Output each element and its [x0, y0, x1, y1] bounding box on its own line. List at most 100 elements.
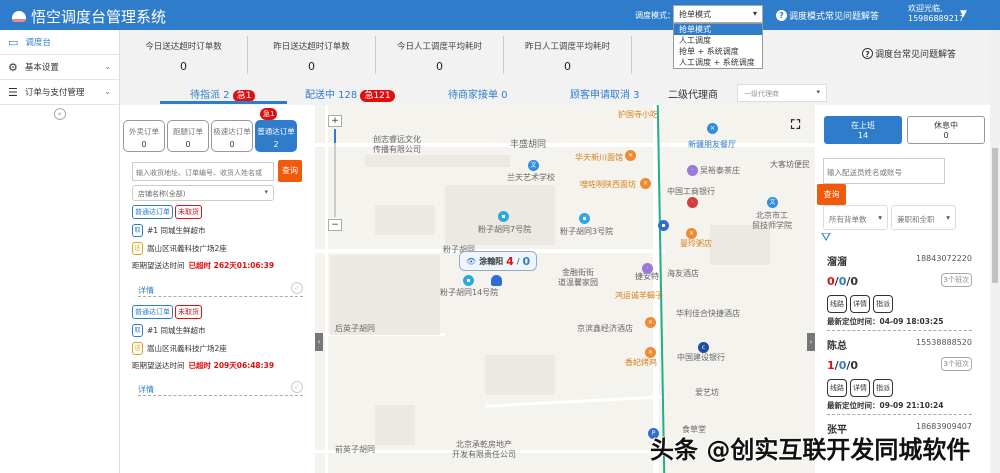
order-count-filter[interactable]: 所有背单数	[823, 205, 888, 230]
tab-pending[interactable]: 待指派 2 急1	[190, 86, 256, 102]
zoom-in-button[interactable]: +	[328, 115, 342, 127]
details-button[interactable]: 详情	[850, 379, 870, 397]
route-button[interactable]: 线路	[827, 295, 847, 313]
tab-count: 14	[857, 131, 869, 140]
collapse-left-handle[interactable]: ‹	[315, 333, 323, 351]
restaurant-pin-icon[interactable]: ✕	[640, 178, 651, 189]
on-duty-tab[interactable]: 在上班 14	[824, 116, 902, 144]
order-panel: 外卖订单 0 跑腿订单 0 极速达订单 0 普通达订单 2 急1 输入收货地址、订单编号…	[120, 105, 315, 473]
order-type-tag: 普通达订单	[132, 305, 173, 319]
order-card[interactable]: 普通达订单 未取货 取 #1 同城生鲜超市 送嵩山区讯義科技广场2座 距期望送达时间…	[132, 305, 302, 371]
sidebar-item-settings[interactable]: ⚙ 基本设置 ⌄	[0, 55, 119, 80]
tab-delivering[interactable]: 配送中 128 急121	[305, 86, 395, 102]
zoom-slider[interactable]	[334, 129, 336, 217]
shift-badge[interactable]: 3个班次	[940, 357, 972, 371]
restaurant-pin-icon[interactable]: ✕	[625, 150, 636, 161]
school-pin-icon[interactable]: 文	[528, 160, 539, 171]
shift-badge[interactable]: 3个班次	[940, 273, 972, 287]
order-tab-standard[interactable]: 普通达订单 2	[255, 120, 297, 152]
order-tab-express[interactable]: 极速达订单 0	[211, 120, 253, 152]
count-blue: 0	[838, 275, 847, 288]
courier-location-icon[interactable]	[491, 275, 502, 286]
user-phone: 15986889217	[908, 14, 964, 23]
order-card[interactable]: 普通达订单 未取货 取 #1 同城生鲜超市 送嵩山区讯義科技广场2座 距期望送达时间…	[132, 205, 302, 271]
bank-pin-icon[interactable]: ·	[687, 197, 698, 208]
map-view[interactable]: 创志睿远文化 传播有限公司 丰盛胡同 护国寺小吃 新疆朋友餐厅 华天新川面馆 兰天…	[315, 105, 815, 473]
order-detail-link[interactable]: 详情 ✓	[138, 381, 303, 396]
logo-icon	[12, 11, 26, 22]
check-icon[interactable]: ✓	[291, 282, 303, 294]
overdue-time: 已超时 209天06:48:39	[188, 361, 275, 370]
agent-label: 二级代理商	[668, 90, 718, 101]
filter-sort-icon[interactable]: ⛛	[821, 230, 831, 245]
restaurant-pin-icon[interactable]: ✕	[645, 347, 656, 358]
tab-cancel-requests[interactable]: 顾客申请取消 3	[570, 86, 640, 101]
residence-pin-icon[interactable]: ▪	[498, 211, 509, 222]
map-label: 金融街街 道温馨家园	[558, 268, 598, 287]
order-tab-takeout[interactable]: 外卖订单 0	[123, 120, 165, 152]
sidebar-item-label: 调度台	[25, 38, 51, 48]
residence-pin-icon[interactable]: ▪	[579, 213, 590, 224]
sidebar-item-orders[interactable]: ☰ 订单与支付管理 ⌄	[0, 80, 119, 105]
fullscreen-icon[interactable]: ⛶	[791, 118, 800, 133]
deliver-address: 嵩山区讯義科技广场2座	[147, 344, 227, 353]
order-tab-errand[interactable]: 跑腿订单 0	[167, 120, 209, 152]
order-detail-link[interactable]: 详情 ✓	[138, 282, 303, 297]
sidebar-item-dispatch[interactable]: ▭ 调度台	[0, 30, 119, 55]
collapse-right-handle[interactable]: ›	[807, 333, 815, 351]
details-button[interactable]: 详情	[850, 295, 870, 313]
user-info[interactable]: 欢迎光临, 15986889217	[908, 4, 964, 24]
school-pin-icon[interactable]: 文	[767, 197, 778, 208]
shop-pin-icon[interactable]: ·	[687, 165, 698, 176]
restaurant-pin-icon[interactable]: ✕	[645, 317, 656, 328]
mode-faq-link[interactable]: ? 调度模式常见问题解答	[776, 9, 879, 22]
sidebar-item-label: 订单与支付管理	[24, 88, 85, 98]
route-button[interactable]: 线路	[827, 379, 847, 397]
agent-select[interactable]: 一级代理商	[737, 84, 827, 102]
map-label: 华利佳合快捷酒店	[676, 309, 740, 318]
courier-search-button[interactable]: 查询	[817, 184, 846, 205]
dispatch-faq-link[interactable]: ? 调度台常见问题解答	[862, 47, 956, 60]
eta-label: 距期望送达时间	[132, 361, 185, 370]
shop-pin-icon[interactable]: ·	[642, 263, 653, 274]
metro-pin-icon[interactable]: ▪	[658, 220, 669, 231]
courier-search-input[interactable]: 输入配送员姓名或账号	[823, 158, 945, 184]
shop-select[interactable]: 店铺名称(全部)	[132, 185, 274, 201]
check-icon[interactable]: ✓	[291, 381, 303, 393]
courier-card[interactable]: 陈总 15538888520 1/0/0 3个班次 线路 详情 指派 最新定位时间：…	[827, 337, 972, 415]
bank-pin-icon[interactable]: c	[698, 342, 709, 353]
resting-tab[interactable]: 休息中 0	[907, 116, 985, 144]
mode-option[interactable]: 人工调度 + 系统调度	[674, 57, 762, 68]
map-label: 创志睿远文化 传播有限公司	[373, 135, 421, 154]
detail-label: 详情	[138, 286, 154, 295]
dispatch-mode-select[interactable]: 抢单模式	[673, 5, 763, 23]
stat-label: 昨日人工调度平均耗时	[524, 42, 610, 52]
mode-option[interactable]: 抢单模式	[674, 24, 762, 35]
stat-label: 今日送达超时订单数	[145, 42, 222, 52]
stat-label: 今日人工调度平均耗时	[396, 42, 482, 52]
mode-option[interactable]: 抢单 + 系统调度	[674, 46, 762, 57]
courier-card[interactable]: 溜溜 18843072220 0/0/0 3个班次 线路 详情 指派 最新定位时间：…	[827, 253, 972, 331]
monitor-icon: ▭	[8, 35, 19, 49]
tab-label: 待指派 2	[190, 90, 230, 101]
scrollbar-thumb[interactable]	[992, 148, 998, 283]
residence-pin-icon[interactable]: ▪	[463, 275, 474, 286]
caret-down-icon[interactable]: ▼	[960, 9, 967, 19]
tab-label: 休息中	[934, 121, 958, 130]
assign-button[interactable]: 指派	[873, 379, 893, 397]
tab-waiting-merchant[interactable]: 待商家接单 0	[448, 86, 508, 101]
restaurant-pin-icon[interactable]: ✕	[686, 228, 697, 239]
order-search-input[interactable]: 输入收货地址、订单编号、收货人姓名或	[132, 162, 274, 181]
order-tab-count: 0	[141, 140, 147, 149]
job-type-filter[interactable]: 兼职和全职	[891, 205, 956, 230]
zoom-control: + −	[328, 115, 342, 243]
courier-map-popup[interactable]: 👁 涂翰阳 4/0	[459, 251, 537, 271]
map-label: 粉子胡同3号院	[560, 227, 614, 236]
page-scrollbar[interactable]	[990, 30, 1000, 473]
order-search-button[interactable]: 查询	[278, 160, 302, 182]
mode-option[interactable]: 人工调度	[674, 35, 762, 46]
assign-button[interactable]: 指派	[873, 295, 893, 313]
zoom-out-button[interactable]: −	[328, 219, 342, 231]
collapse-sidebar-button[interactable]: «	[53, 108, 66, 120]
restaurant-pin-icon[interactable]: ✕	[707, 123, 718, 134]
